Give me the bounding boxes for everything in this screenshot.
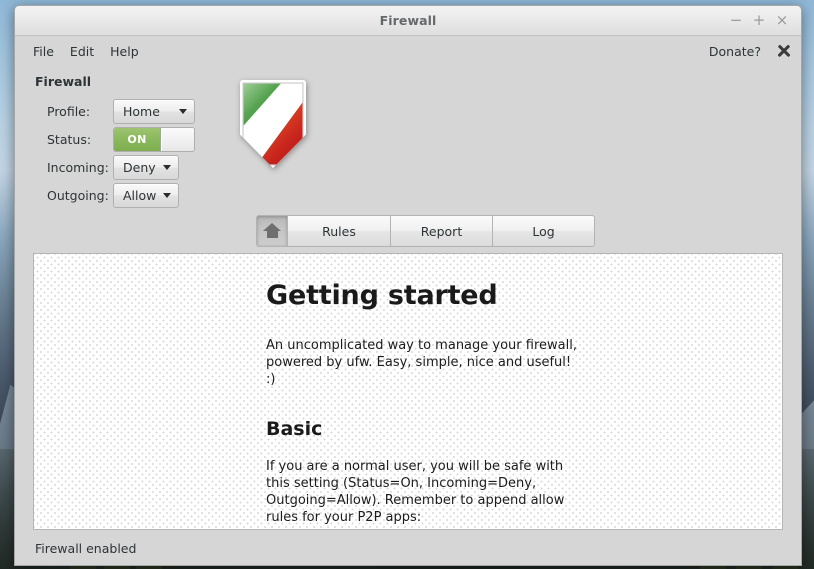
incoming-dropdown[interactable]: Deny <box>113 154 179 180</box>
basic-paragraph: If you are a normal user, you will be sa… <box>266 459 565 525</box>
tab-home[interactable] <box>256 215 288 247</box>
outgoing-row: Outgoing: Allow <box>35 181 230 209</box>
controls-group-title: Firewall <box>35 74 92 89</box>
incoming-label: Incoming: <box>47 159 109 175</box>
minimize-button[interactable]: − <box>725 10 747 32</box>
tab-report[interactable]: Report <box>391 215 493 247</box>
window-title: Firewall <box>379 13 437 28</box>
status-toggle[interactable]: ON <box>113 126 195 152</box>
window-titlebar: Firewall − + × <box>15 6 801 36</box>
menu-help[interactable]: Help <box>102 41 147 62</box>
menu-bar: File Edit Help Donate? <box>15 36 801 66</box>
status-bar: Firewall enabled <box>15 530 801 565</box>
outgoing-value: Allow <box>123 187 157 203</box>
section-heading-basic: Basic <box>266 418 323 440</box>
menu-edit[interactable]: Edit <box>62 41 102 62</box>
profile-value: Home <box>123 103 160 119</box>
close-button[interactable]: × <box>771 10 793 32</box>
home-icon <box>263 223 281 239</box>
status-toggle-knob <box>161 127 194 151</box>
incoming-row: Incoming: Deny <box>35 153 230 181</box>
status-row: Status: ON <box>35 125 230 153</box>
firewall-shield-logo <box>240 80 306 168</box>
status-label: Status: <box>47 131 92 147</box>
top-panel: Firewall Profile: Home Status: ON Incomi… <box>15 66 801 215</box>
document-body: Getting started An uncomplicated way to … <box>34 254 782 529</box>
outgoing-dropdown[interactable]: Allow <box>113 182 179 208</box>
status-message: Firewall enabled <box>35 540 137 556</box>
firewall-controls: Firewall Profile: Home Status: ON Incomi… <box>15 70 230 215</box>
maximize-button[interactable]: + <box>748 10 770 32</box>
chevron-down-icon <box>179 108 187 114</box>
chevron-down-icon <box>163 164 171 170</box>
window-controls: − + × <box>725 6 793 35</box>
profile-label: Profile: <box>47 103 91 119</box>
content-area: Getting started An uncomplicated way to … <box>15 253 801 530</box>
menu-file[interactable]: File <box>25 41 62 62</box>
donate-link[interactable]: Donate? <box>709 44 761 59</box>
status-toggle-on-label: ON <box>114 127 161 151</box>
outgoing-label: Outgoing: <box>47 187 109 203</box>
menu-bar-right: Donate? <box>709 44 791 59</box>
logo-area <box>230 70 801 215</box>
tab-bar: Rules Report Log <box>15 215 801 253</box>
firewall-window: Firewall − + × File Edit Help Donate? Fi… <box>14 5 802 566</box>
chevron-down-icon <box>163 192 171 198</box>
page-title: Getting started <box>266 280 498 311</box>
tab-log[interactable]: Log <box>493 215 595 247</box>
intro-paragraph: An uncomplicated way to manage your fire… <box>266 338 577 387</box>
profile-row: Profile: Home <box>35 97 230 125</box>
getting-started-panel[interactable]: Getting started An uncomplicated way to … <box>33 253 783 530</box>
profile-dropdown[interactable]: Home <box>113 98 195 124</box>
incoming-value: Deny <box>123 159 156 175</box>
close-x-icon[interactable] <box>777 44 791 58</box>
tab-rules[interactable]: Rules <box>288 215 391 247</box>
